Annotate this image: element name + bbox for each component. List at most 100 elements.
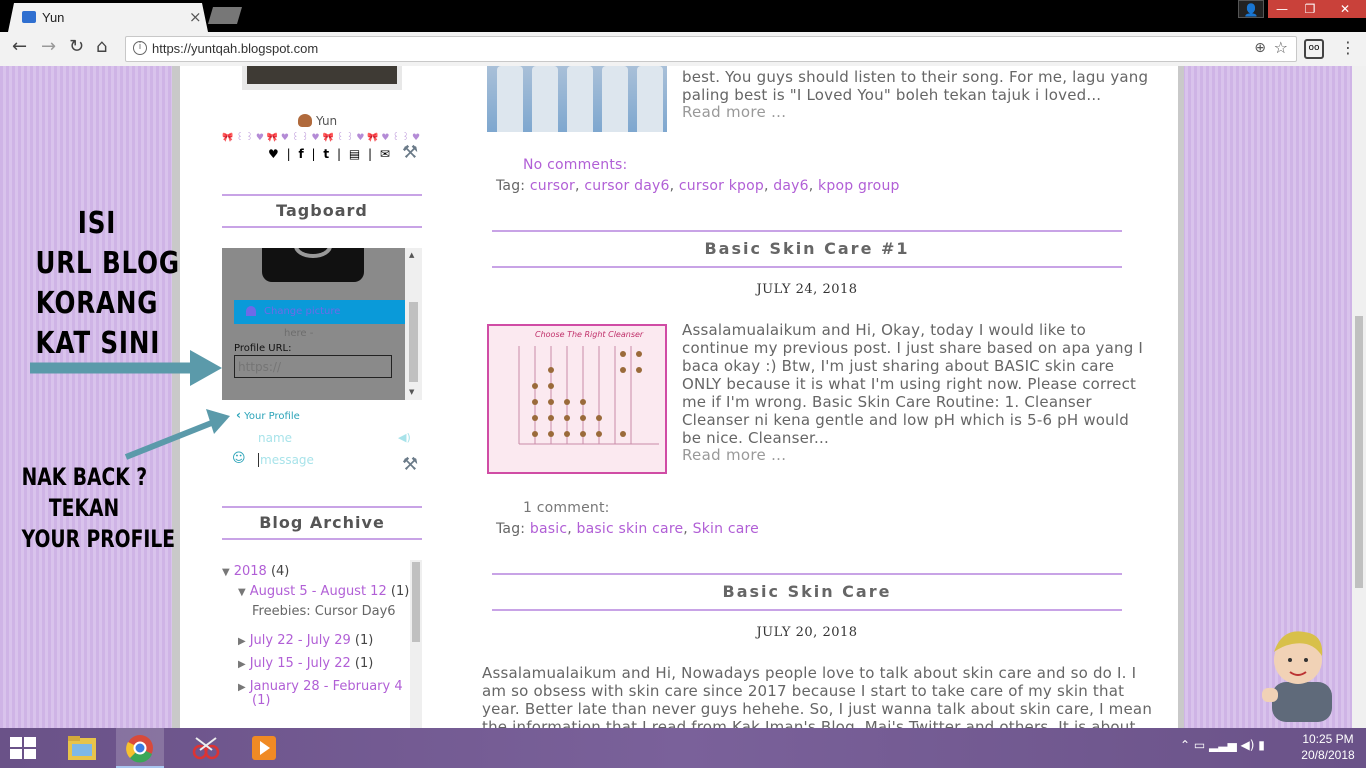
name-field[interactable]: name	[258, 431, 292, 445]
archive-count: (1)	[390, 584, 410, 599]
zoom-icon[interactable]: ⊕	[1254, 40, 1266, 56]
arrow-right-icon	[30, 350, 222, 386]
read-more-link[interactable]: Read more ...	[682, 446, 786, 464]
archive-month[interactable]: ▼ August 5 - August 12 (1)	[238, 584, 409, 599]
mail-icon[interactable]: ✉	[380, 147, 390, 161]
new-tab-button[interactable]	[208, 7, 242, 24]
triangle-down-icon: ▼	[238, 587, 246, 598]
person-figure	[567, 66, 593, 132]
tag-link[interactable]: kpop group	[818, 178, 900, 194]
person-figure	[602, 66, 628, 132]
triangle-right-icon: ▶	[238, 636, 246, 647]
tag-link[interactable]: cursor day6	[584, 178, 669, 194]
scroll-up-icon[interactable]: ▲	[409, 251, 414, 259]
post-tags: Tag: cursor, cursor day6, cursor kpop, d…	[496, 178, 900, 194]
comments-link[interactable]: No comments:	[523, 156, 627, 174]
tag-link[interactable]: cursor kpop	[679, 178, 764, 194]
annotation-line: YOUR PROFILE	[21, 525, 176, 553]
read-more-link[interactable]: Read more ...	[682, 103, 786, 121]
scroll-down-icon[interactable]: ▼	[409, 388, 414, 396]
address-bar[interactable]: i https://yuntqah.blogspot.com ⊕ ☆	[125, 36, 1297, 62]
browser-tab[interactable]: Yun ×	[8, 3, 208, 32]
post-excerpt-line: be nice. Cleanser...	[682, 429, 829, 447]
reload-button[interactable]: ↻	[69, 36, 84, 57]
tag-link[interactable]: day6	[773, 178, 808, 194]
windows-start-icon[interactable]	[10, 737, 36, 759]
post-excerpt-line: me if I'm wrong. Basic Skin Care Routine…	[682, 393, 1092, 411]
page-scroll-thumb[interactable]	[1355, 316, 1363, 588]
tag-link[interactable]: Skin care	[693, 521, 759, 537]
sound-icon[interactable]: ◀)	[398, 431, 411, 444]
chat-icon[interactable]: ▤	[349, 147, 360, 161]
file-explorer-icon[interactable]	[58, 728, 106, 768]
archive-month-label[interactable]: July 15 - July 22	[250, 656, 351, 671]
corner-sticker-image	[1262, 631, 1332, 722]
user-profile-icon[interactable]: 👤	[1238, 0, 1264, 18]
archive-year-label[interactable]: 2018	[234, 564, 267, 579]
cleanser-chart-image[interactable]: Choose The Right Cleanser	[487, 324, 667, 474]
site-info-icon[interactable]: i	[133, 41, 147, 55]
twitter-icon[interactable]: t	[323, 147, 329, 161]
clock-time[interactable]: 10:25 PM	[1296, 732, 1360, 746]
archive-post[interactable]: Freebies: Cursor Day6	[252, 604, 396, 619]
tagboard-scroll-thumb[interactable]	[409, 302, 418, 382]
post-excerpt-line: Assalamualaikum and Hi, Okay, today I wo…	[682, 321, 1086, 339]
heart-icon[interactable]: ♥	[268, 147, 279, 161]
archive-count: (1)	[252, 693, 271, 708]
post-excerpt-line: Cleanser ni kena gentle and low pH which…	[682, 411, 1129, 429]
arrow-up-right-icon	[124, 409, 230, 460]
tools-icon[interactable]: ⚒	[402, 142, 418, 163]
system-tray-icons[interactable]: ⌃ ▭ ▂▃▅ ◀) ▮	[1180, 738, 1265, 752]
post-excerpt-line: year. Better late than never guys hehehe…	[482, 700, 1153, 718]
tag-link[interactable]: basic skin care	[577, 521, 684, 537]
tag-link[interactable]: basic	[530, 521, 567, 537]
archive-scrollbar[interactable]	[410, 560, 422, 728]
profile-name: Yun	[316, 114, 338, 128]
media-player-icon[interactable]	[240, 728, 288, 768]
archive-scroll-thumb[interactable]	[412, 562, 420, 642]
post-tags: Tag: basic, basic skin care, Skin care	[496, 521, 759, 537]
archive-month-label[interactable]: July 22 - July 29	[250, 633, 351, 648]
minimize-button[interactable]: —	[1268, 0, 1296, 18]
archive-month[interactable]: ▶ January 28 - February 4	[238, 679, 403, 694]
change-picture-label: Change picture	[264, 306, 341, 317]
maximize-button[interactable]: ❐	[1296, 0, 1324, 18]
annotation-line: TEKAN	[48, 494, 120, 522]
social-icons: ♥ | f | t | ▤ | ✉	[268, 147, 394, 161]
bookmark-star-icon[interactable]: ☆	[1274, 38, 1288, 57]
archive-month[interactable]: ▶ July 22 - July 29 (1)	[238, 633, 373, 648]
post-title-link[interactable]: Basic Skin Care #1	[492, 230, 1122, 268]
archive-year[interactable]: ▼ 2018 (4)	[222, 564, 289, 579]
page-scrollbar[interactable]	[1352, 66, 1366, 728]
tab-close-icon[interactable]: ×	[189, 8, 202, 26]
url-text[interactable]: https://yuntqah.blogspot.com	[152, 41, 318, 56]
post-date: JULY 24, 2018	[756, 282, 858, 297]
archive-month[interactable]: ▶ July 15 - July 22 (1)	[238, 656, 373, 671]
here-text: here -	[284, 328, 314, 339]
forward-button[interactable]: →	[41, 36, 56, 57]
tagboard-scrollbar[interactable]: ▲ ▼	[405, 248, 422, 400]
windows-taskbar: ⌃ ▭ ▂▃▅ ◀) ▮ 10:25 PM 20/8/2018	[0, 728, 1366, 768]
facebook-icon[interactable]: f	[298, 147, 303, 161]
clock-date[interactable]: 20/8/2018	[1296, 748, 1360, 762]
home-button[interactable]: ⌂	[96, 36, 107, 57]
back-button[interactable]: ←	[12, 36, 27, 57]
browser-menu-icon[interactable]: ⋮	[1340, 38, 1356, 57]
person-figure	[637, 66, 663, 132]
post-title-link[interactable]: Basic Skin Care	[492, 573, 1122, 611]
separator: |	[368, 147, 373, 161]
chrome-icon[interactable]	[116, 728, 164, 768]
message-field[interactable]: message	[258, 453, 314, 467]
tools-icon[interactable]: ⚒	[402, 454, 418, 475]
comments-link[interactable]: 1 comment:	[523, 499, 610, 517]
band-photo[interactable]	[487, 66, 667, 132]
close-window-button[interactable]: ✕	[1324, 0, 1366, 18]
extension-icon[interactable]: oo	[1304, 39, 1324, 59]
archive-month-label[interactable]: January 28 - February 4	[250, 679, 403, 694]
triangle-right-icon: ▶	[238, 659, 246, 670]
person-figure	[497, 66, 523, 132]
snipping-tool-icon[interactable]	[182, 728, 230, 768]
tag-link[interactable]: cursor	[530, 178, 575, 194]
archive-month-label[interactable]: August 5 - August 12	[250, 584, 387, 599]
chart-image-title: Choose The Right Cleanser	[535, 330, 644, 339]
